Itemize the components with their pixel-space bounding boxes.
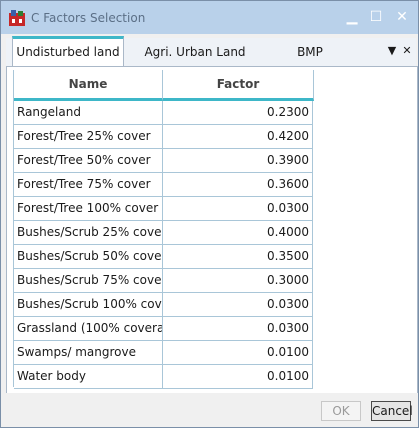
tab-strip: Undisturbed land Agri. Urban Land BMP Co… — [6, 36, 416, 87]
table-row[interactable]: Forest/Tree 100% cover 0.0300 — [14, 197, 314, 221]
row-name: Grassland (100% coverage) — [14, 317, 163, 341]
row-factor: 0.3000 — [163, 269, 313, 293]
row-factor: 0.0300 — [163, 197, 313, 221]
window-title: C Factors Selection — [31, 11, 146, 25]
table-row[interactable]: Water body 0.0100 — [14, 365, 314, 389]
row-name: Bushes/Scrub 25% cover — [14, 221, 163, 245]
cancel-button[interactable]: Cancel — [371, 401, 413, 421]
tab-dropdown-icon[interactable]: ▼ — [385, 43, 399, 59]
tab-undisturbed-land[interactable]: Undisturbed land — [12, 36, 124, 67]
column-header-factor[interactable]: Factor — [163, 70, 314, 101]
tab-bmp-construction[interactable]: BMP Construction — [257, 38, 363, 87]
tab-agri-urban-land[interactable]: Agri. Urban Land — [140, 38, 250, 65]
row-factor: 0.4000 — [163, 221, 313, 245]
table-row[interactable]: Forest/Tree 75% cover 0.3600 — [14, 173, 314, 197]
table-row[interactable]: Forest/Tree 50% cover 0.3900 — [14, 149, 314, 173]
row-name: Forest/Tree 100% cover — [14, 197, 163, 221]
tab-close-icon[interactable]: ✕ — [400, 43, 414, 59]
dialog-window: C Factors Selection ▁ ☐ ✕ Undisturbed la… — [0, 0, 419, 428]
maximize-button[interactable]: ☐ — [365, 7, 387, 27]
row-factor: 0.0300 — [163, 317, 313, 341]
row-factor: 0.0100 — [163, 341, 313, 365]
row-factor: 0.3900 — [163, 149, 313, 173]
row-factor: 0.3500 — [163, 245, 313, 269]
table-row[interactable]: Bushes/Scrub 50% cover 0.3500 — [14, 245, 314, 269]
row-name: Water body — [14, 365, 163, 389]
row-name: Forest/Tree 75% cover — [14, 173, 163, 197]
row-factor: 0.4200 — [163, 125, 313, 149]
dialog-footer: OK Cancel — [1, 393, 418, 427]
table-row[interactable]: Bushes/Scrub 75% cover 0.3000 — [14, 269, 314, 293]
column-header-name[interactable]: Name — [14, 70, 163, 101]
close-button[interactable]: ✕ — [391, 7, 413, 27]
table-row[interactable]: Forest/Tree 25% cover 0.4200 — [14, 125, 314, 149]
row-name: Bushes/Scrub 50% cover — [14, 245, 163, 269]
ok-button[interactable]: OK — [321, 401, 361, 421]
row-name: Swamps/ mangrove — [14, 341, 163, 365]
row-name: Rangeland — [14, 101, 163, 125]
tab-content: Name Factor Rangeland 0.2300 Forest/Tree… — [6, 66, 418, 395]
row-name: Bushes/Scrub 100% cover — [14, 293, 163, 317]
row-name: Bushes/Scrub 75% cover — [14, 269, 163, 293]
factors-table: Name Factor Rangeland 0.2300 Forest/Tree… — [13, 70, 314, 389]
table-row[interactable]: Rangeland 0.2300 — [14, 101, 314, 125]
row-name: Forest/Tree 25% cover — [14, 125, 163, 149]
row-factor: 0.0100 — [163, 365, 313, 389]
table-row[interactable]: Swamps/ mangrove 0.0100 — [14, 341, 314, 365]
row-factor: 0.3600 — [163, 173, 313, 197]
title-bar[interactable]: C Factors Selection ▁ ☐ ✕ — [1, 1, 418, 34]
table-row[interactable]: Bushes/Scrub 100% cover 0.0300 — [14, 293, 314, 317]
row-factor: 0.0300 — [163, 293, 313, 317]
table-row[interactable]: Grassland (100% coverage) 0.0300 — [14, 317, 314, 341]
row-factor: 0.2300 — [163, 101, 313, 125]
row-name: Forest/Tree 50% cover — [14, 149, 163, 173]
table-row[interactable]: Bushes/Scrub 25% cover 0.4000 — [14, 221, 314, 245]
minimize-button[interactable]: ▁ — [341, 7, 363, 27]
app-icon — [9, 10, 25, 26]
